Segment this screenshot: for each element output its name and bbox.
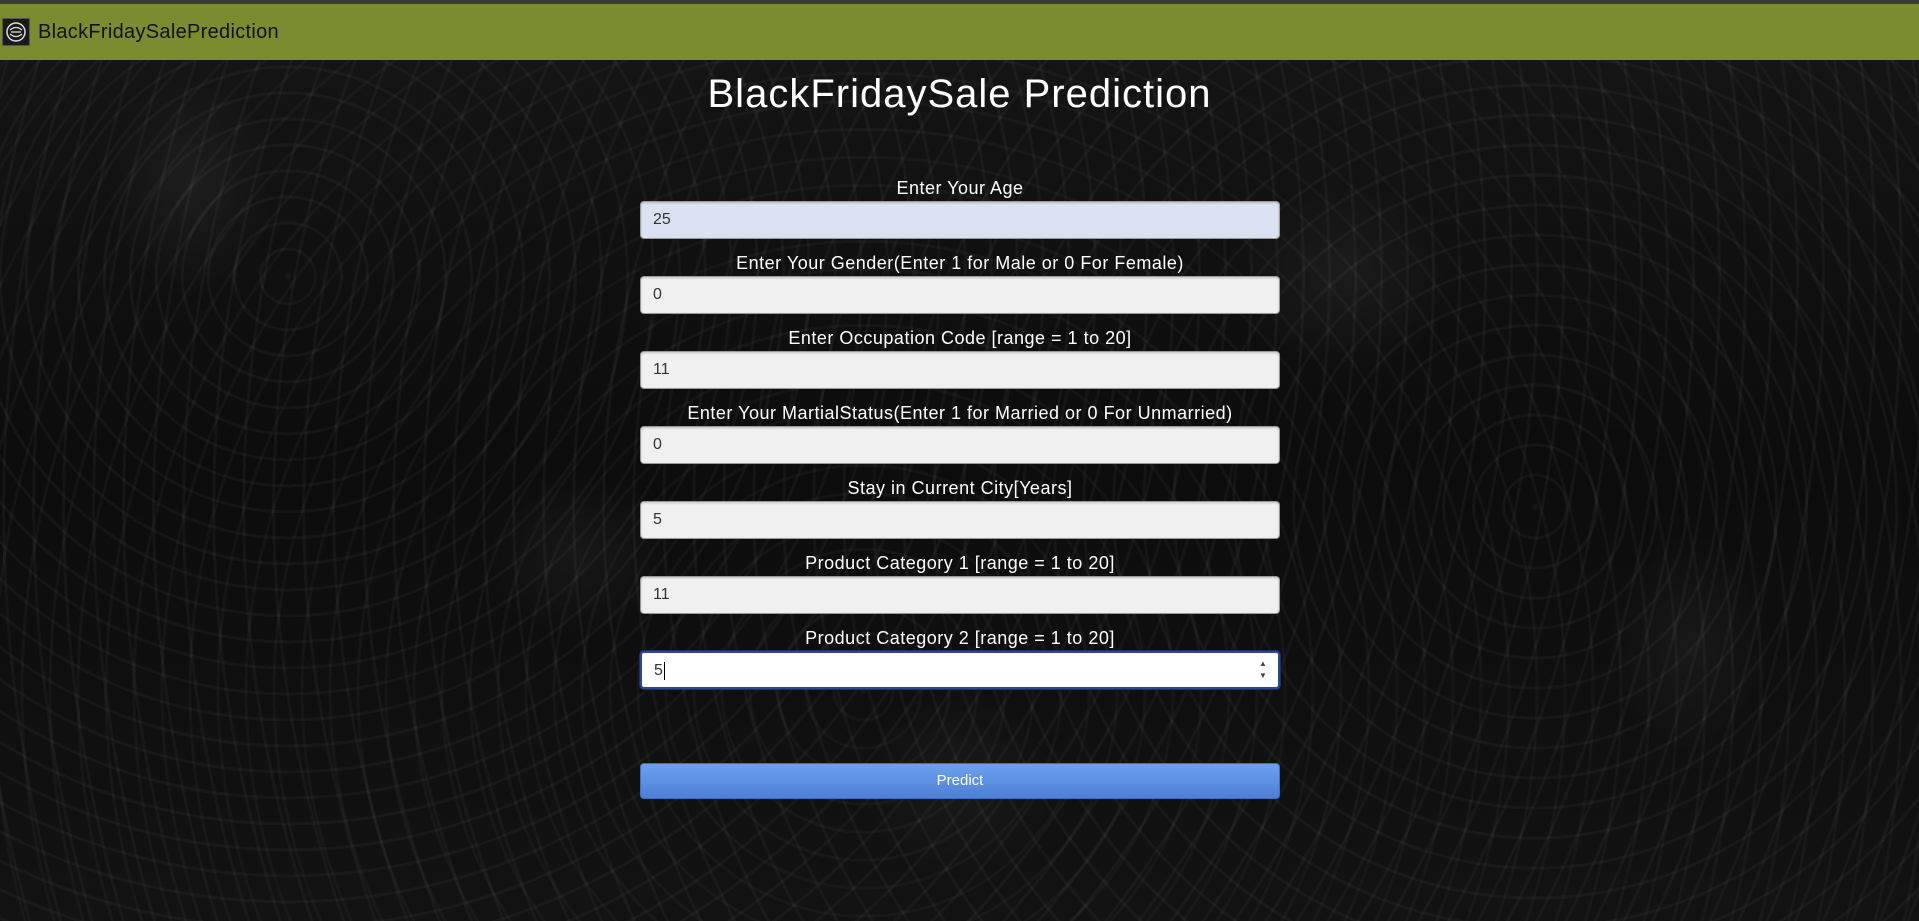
product-category-2-label: Product Category 2 [range = 1 to 20] (805, 628, 1115, 648)
navbar: BlackFridaySalePrediction (0, 4, 1919, 60)
spinner-down-icon[interactable]: ▼ (1259, 671, 1267, 681)
gender-input[interactable]: 0 (640, 276, 1280, 314)
product-category-2-input[interactable]: 5 ▲ ▼ (640, 651, 1280, 689)
text-caret (663, 661, 665, 680)
predict-button[interactable]: Predict (640, 763, 1280, 799)
product-category-1-input[interactable]: 11 (640, 576, 1280, 614)
age-label: Enter Your Age (896, 178, 1024, 198)
age-field-group: Enter Your Age 25 (640, 175, 1280, 250)
product-category-1-field-group: Product Category 1 [range = 1 to 20] 11 (640, 550, 1280, 625)
occupation-field-group: Enter Occupation Code [range = 1 to 20] … (640, 325, 1280, 400)
navbar-brand[interactable]: BlackFridaySalePrediction (38, 21, 279, 44)
city-stay-field-group: Stay in Current City[Years] 5 (640, 475, 1280, 550)
marital-status-label: Enter Your MartialStatus(Enter 1 for Mar… (687, 403, 1233, 423)
product-category-2-field-group: Product Category 2 [range = 1 to 20] 5 ▲… (640, 625, 1280, 700)
marital-status-input[interactable]: 0 (640, 426, 1280, 464)
occupation-input[interactable]: 11 (640, 351, 1280, 389)
prediction-form: Enter Your Age 25 Enter Your Gender(Ente… (640, 175, 1280, 700)
gender-label: Enter Your Gender(Enter 1 for Male or 0 … (736, 253, 1184, 273)
product-category-2-value: 5 (654, 662, 663, 679)
spinner-up-icon[interactable]: ▲ (1259, 659, 1267, 669)
occupation-label: Enter Occupation Code [range = 1 to 20] (788, 328, 1132, 348)
age-input[interactable]: 25 (640, 201, 1280, 239)
brand-logo-icon[interactable] (2, 18, 30, 46)
gender-field-group: Enter Your Gender(Enter 1 for Male or 0 … (640, 250, 1280, 325)
city-stay-input[interactable]: 5 (640, 501, 1280, 539)
marital-status-field-group: Enter Your MartialStatus(Enter 1 for Mar… (640, 400, 1280, 475)
city-stay-label: Stay in Current City[Years] (847, 478, 1073, 498)
page-title: BlackFridaySale Prediction (707, 72, 1212, 116)
product-category-1-label: Product Category 1 [range = 1 to 20] (805, 553, 1115, 573)
number-spinner[interactable]: ▲ ▼ (1258, 659, 1268, 681)
